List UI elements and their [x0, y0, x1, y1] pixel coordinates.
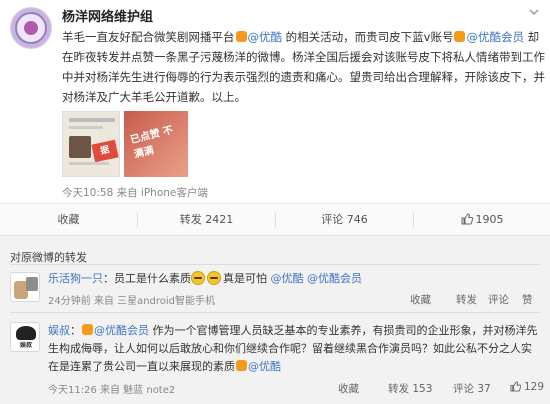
favorite-button[interactable]: 收藏 [410, 292, 431, 307]
avatar-figure [16, 326, 36, 340]
repost-button[interactable]: 转发 2421 [138, 204, 275, 236]
photo-person [69, 136, 91, 158]
forward-username[interactable]: 乐活狗一只 [48, 272, 103, 285]
forward-actions: 收藏 转发 153 评论 37 129 [0, 381, 550, 395]
mention-youku-link[interactable]: @优酷 [248, 30, 283, 44]
post-action-bar: 收藏 转发 2421 评论 746 1905 [0, 203, 550, 235]
chevron-down-icon[interactable] [528, 6, 540, 18]
face-emoji-icon [191, 271, 205, 285]
divider [10, 264, 540, 265]
photo-stamp-label: 据 [99, 145, 111, 157]
comment-button[interactable]: 评论 [488, 292, 509, 307]
like-button[interactable]: 129 [510, 381, 544, 395]
like-count: 129 [524, 381, 545, 393]
thumbs-up-icon [461, 206, 473, 237]
photo-text-line [69, 126, 103, 129]
like-button[interactable]: 赞 [522, 292, 533, 307]
avatar-label: 娱叔 [19, 342, 32, 349]
forward-content: ：员工是什么素质 [103, 272, 191, 285]
photo-text-line [69, 162, 109, 165]
post-text-part-1: 羊毛一直友好配合微笑剧网播平台 [62, 30, 235, 44]
like-button[interactable]: 1905 [414, 204, 550, 236]
forwards-title: 对原微博的转发 [10, 251, 87, 264]
photo-text-line [69, 118, 115, 122]
youku-vip-badge-icon [454, 31, 466, 42]
forward-username[interactable]: 娱叔 [48, 324, 70, 337]
forward-colon: ： [70, 324, 81, 337]
avatar-center [24, 21, 38, 35]
mention-youku-vip-link[interactable]: @优酷会员 [466, 30, 524, 44]
favorite-button[interactable]: 收藏 [338, 381, 359, 396]
post-photo-2[interactable]: 已点赞 不满满 [124, 111, 188, 177]
avatar-figure [26, 277, 38, 291]
youku-badge-icon [235, 31, 247, 42]
post-photo-1[interactable]: 据 [62, 111, 120, 177]
repost-button[interactable]: 转发 153 [388, 381, 432, 396]
avatar[interactable]: 娱叔 [10, 322, 40, 352]
divider [10, 312, 540, 313]
author-avatar[interactable] [10, 7, 52, 49]
comment-button[interactable]: 评论 746 [276, 204, 413, 236]
post-text: 羊毛一直友好配合微笑剧网播平台 @优酷 的相关活动，而贵司皮下蓝v账号 @优酷会员 … [62, 27, 546, 107]
comment-button[interactable]: 评论 37 [453, 381, 491, 396]
favorite-button[interactable]: 收藏 [0, 204, 137, 236]
mention-link[interactable]: @优酷 [271, 272, 304, 285]
forward-text: 娱叔： @优酷会员 作为一个官博管理人员缺乏基本的专业素养，有损贵司的企业形象，并… [48, 322, 540, 376]
youku-badge-icon [236, 360, 247, 371]
mention-link[interactable]: @优酷会员 [94, 324, 149, 337]
face-emoji-icon [207, 271, 221, 285]
mention-link[interactable]: @优酷 [248, 360, 281, 373]
post-author[interactable]: 杨洋网络维护组 [62, 6, 153, 25]
like-count: 1905 [475, 213, 504, 226]
forward-actions: 收藏 转发 评论 赞 [0, 292, 550, 306]
post-timestamp: 今天10:58 来自 iPhone客户端 [62, 187, 208, 199]
mention-link[interactable]: @优酷会员 [307, 272, 362, 285]
post-text-part-2: 的相关活动，而贵司皮下蓝v账号 [282, 30, 454, 44]
forward-text: 乐活狗一只：员工是什么素质 真是可怕 @优酷 @优酷会员 [48, 270, 540, 288]
thumbs-up-icon [510, 381, 522, 395]
youku-vip-badge-icon [82, 324, 93, 335]
forward-content: 真是可怕 [223, 272, 267, 285]
repost-button[interactable]: 转发 [456, 292, 477, 307]
